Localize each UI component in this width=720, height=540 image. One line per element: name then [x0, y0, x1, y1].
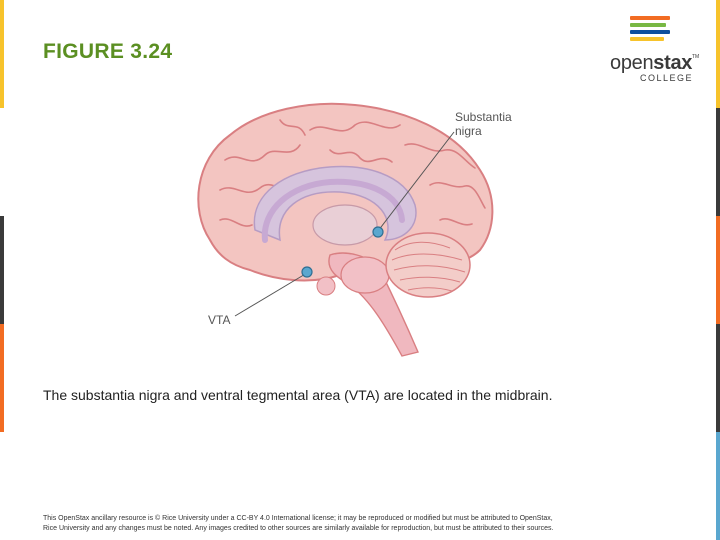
pons: [340, 256, 390, 294]
license-footer: This OpenStax ancillary resource is © Ri…: [43, 514, 643, 534]
substantia-nigra-label-line2: nigra: [455, 124, 482, 138]
openstax-logo: openstax TM COLLEGE: [608, 16, 708, 83]
thalamus: [312, 204, 378, 246]
logo-trademark: TM: [692, 54, 700, 60]
logo-stripe: [630, 23, 666, 27]
logo-stripes: [630, 16, 670, 44]
substantia-nigra-marker: [372, 226, 384, 238]
vta-leader: [234, 272, 308, 317]
edge-segment: [0, 324, 4, 432]
pituitary: [316, 276, 336, 296]
logo-word-bold: stax: [653, 52, 693, 74]
logo-word-light: open: [610, 52, 654, 74]
edge-segment: [716, 0, 720, 108]
edge-segment: [716, 216, 720, 324]
edge-segment: [716, 432, 720, 540]
figure-caption: The substantia nigra and ventral tegment…: [43, 387, 553, 403]
edge-segment: [0, 0, 4, 108]
cerebellum: [385, 232, 471, 298]
footer-line: This OpenStax ancillary resource is © Ri…: [43, 515, 553, 522]
left-edge-strip: [0, 0, 4, 540]
logo-stripe: [630, 37, 664, 41]
edge-segment: [716, 324, 720, 432]
edge-segment: [716, 108, 720, 216]
slide-title: FIGURE 3.24: [43, 40, 173, 63]
edge-segment: [0, 108, 4, 216]
substantia-nigra-label-line1: Substantia: [455, 110, 512, 124]
logo-subtitle: COLLEGE: [640, 73, 694, 83]
footer-line: Rice University and any changes must be …: [43, 525, 554, 532]
right-edge-strip: [716, 0, 720, 540]
logo-wordmark: openstax: [610, 52, 692, 75]
edge-segment: [0, 216, 4, 324]
vta-marker: [301, 266, 313, 278]
brain-midbrain-diagram: Substantia nigra VTA: [197, 102, 512, 357]
edge-segment: [0, 432, 4, 540]
logo-stripe: [630, 16, 670, 20]
logo-stripe: [630, 30, 670, 34]
vta-label: VTA: [208, 313, 230, 327]
